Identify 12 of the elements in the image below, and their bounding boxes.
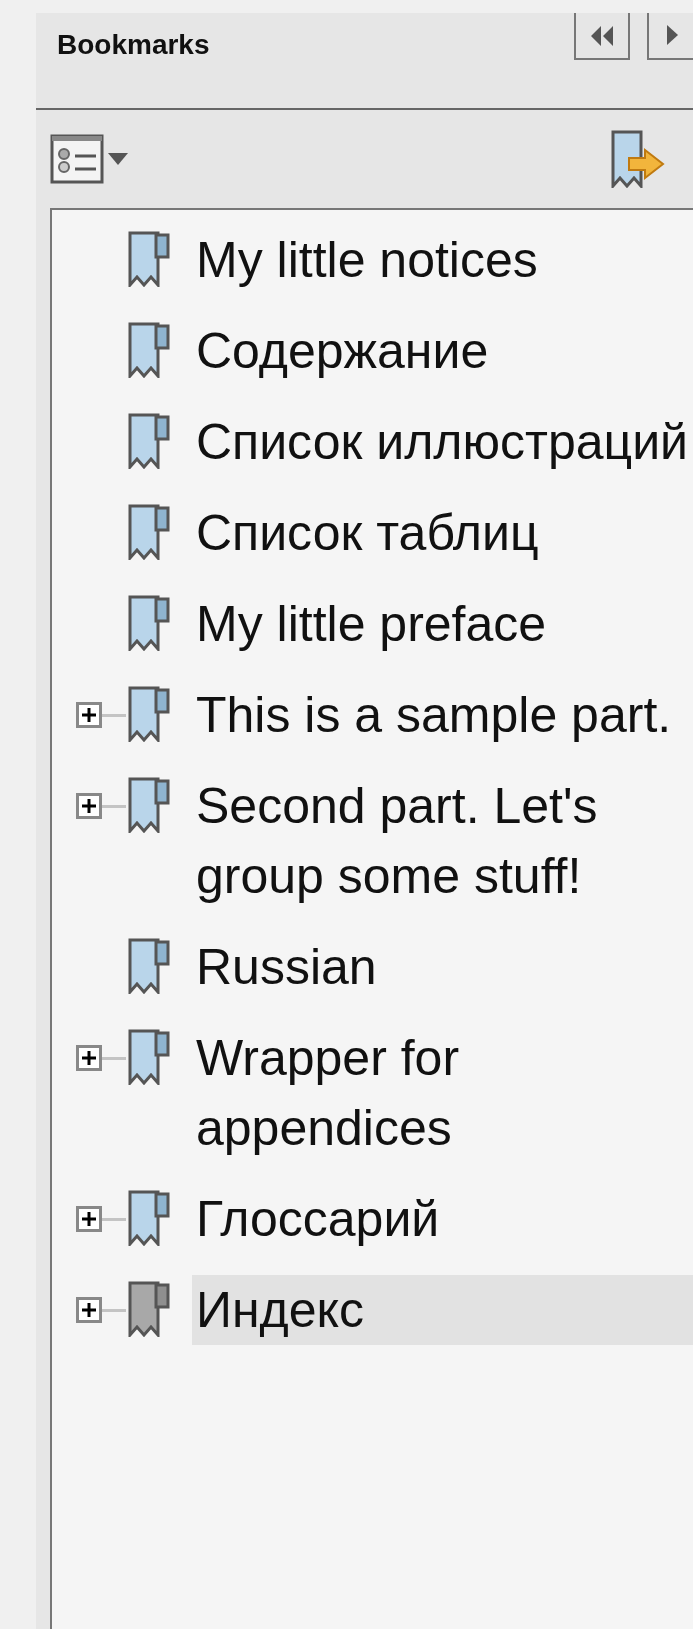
bookmark-label[interactable]: My little preface [192,589,551,659]
bookmark-label[interactable]: Глоссарий [192,1184,444,1254]
bookmark-label[interactable]: Индекс [192,1275,693,1345]
panel-title: Bookmarks [57,31,210,59]
bookmark-label[interactable]: Russian [192,932,381,1002]
bookmark-label[interactable]: My little notices [192,225,542,295]
bookmark-label[interactable]: Wrapper for appendices [192,1023,693,1163]
bookmark-label[interactable]: Содержание [192,316,493,386]
bookmark-label[interactable]: Second part. Let's group some stuff! [192,771,693,911]
bookmark-label[interactable]: Список таблиц [192,498,543,568]
bookmark-label[interactable]: Список иллюстраций [192,407,693,477]
bookmark-label[interactable]: This is a sample part. [192,680,676,750]
